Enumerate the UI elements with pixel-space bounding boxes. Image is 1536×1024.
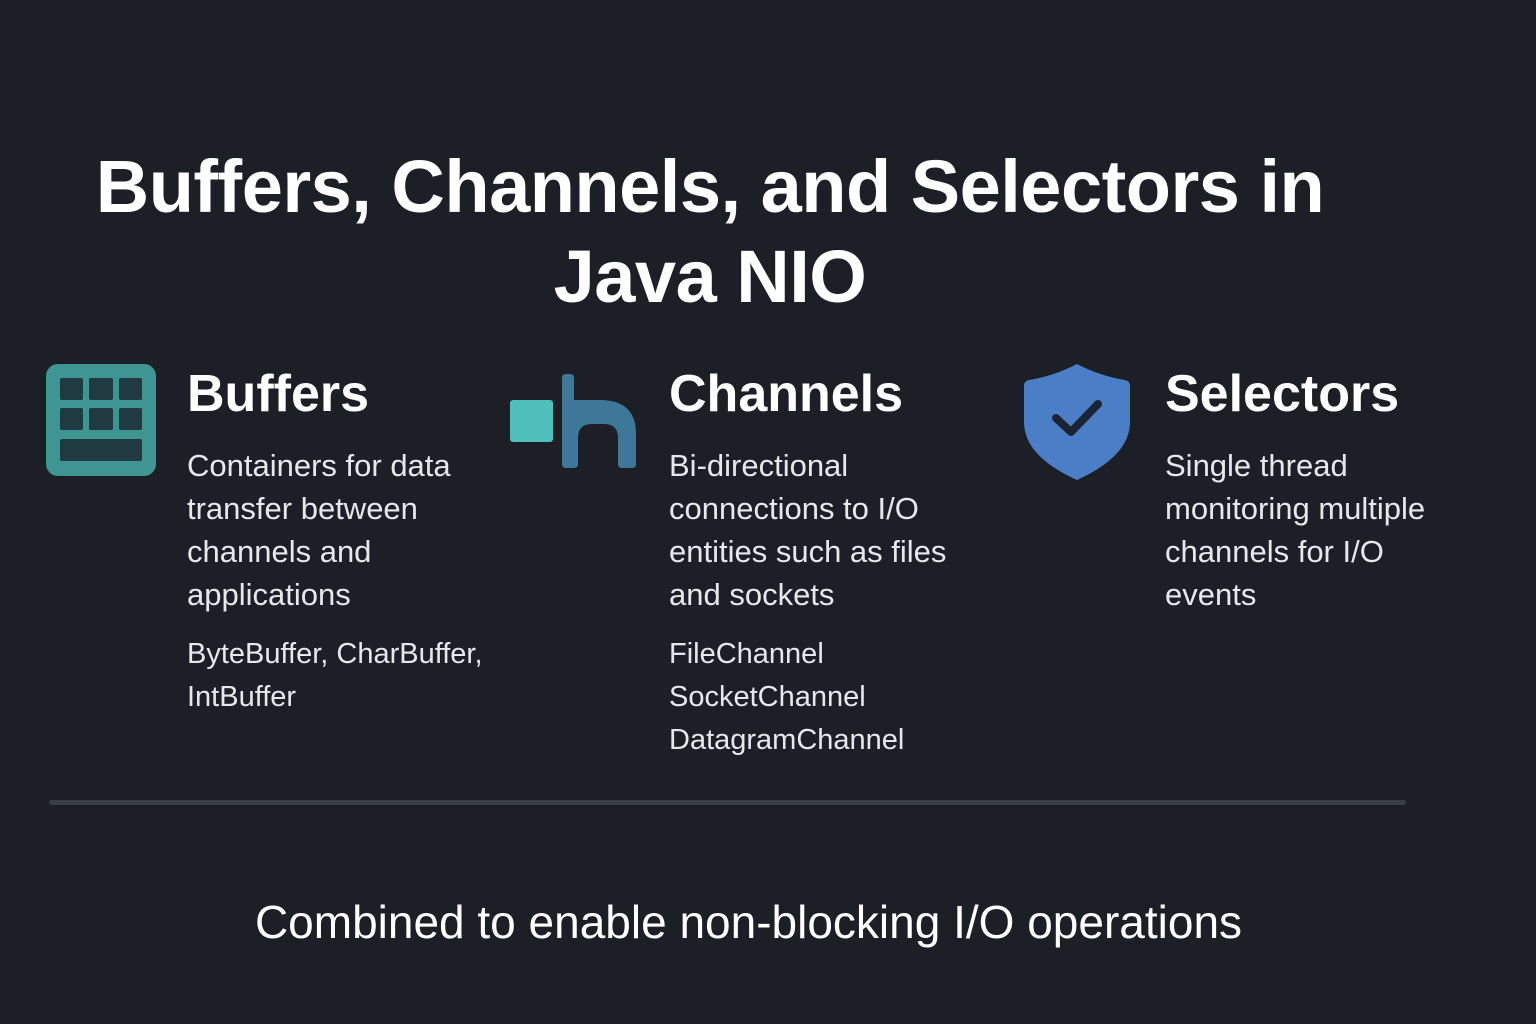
channel-connector-icon xyxy=(508,374,638,475)
channels-examples: FileChannel SocketChannel DatagramChanne… xyxy=(669,633,969,762)
selectors-heading: Selectors xyxy=(1165,365,1400,423)
channels-example-line: FileChannel xyxy=(669,638,824,670)
channels-description: Bi-directional connections to I/O entiti… xyxy=(669,448,947,612)
buffers-example-line: ByteBuffer, CharBuffer, xyxy=(187,638,483,670)
selectors-description: Single thread monitoring multiple channe… xyxy=(1165,448,1426,612)
channels-heading: Channels xyxy=(669,365,904,423)
footer-caption: Combined to enable non-blocking I/O oper… xyxy=(254,896,1243,948)
grid-buffer-icon xyxy=(46,364,156,481)
divider xyxy=(49,800,1406,805)
buffers-examples: ByteBuffer, CharBuffer, IntBuffer xyxy=(187,633,517,719)
buffers-example-line: IntBuffer xyxy=(187,681,297,713)
shield-check-icon xyxy=(1024,362,1130,487)
channels-example-line: DatagramChannel xyxy=(669,724,905,756)
buffers-heading: Buffers xyxy=(187,365,370,423)
page-title: Buffers, Channels, and Selectors in Java… xyxy=(95,144,1325,318)
channels-example-line: SocketChannel xyxy=(669,681,866,713)
buffers-description: Containers for data transfer between cha… xyxy=(187,448,451,612)
